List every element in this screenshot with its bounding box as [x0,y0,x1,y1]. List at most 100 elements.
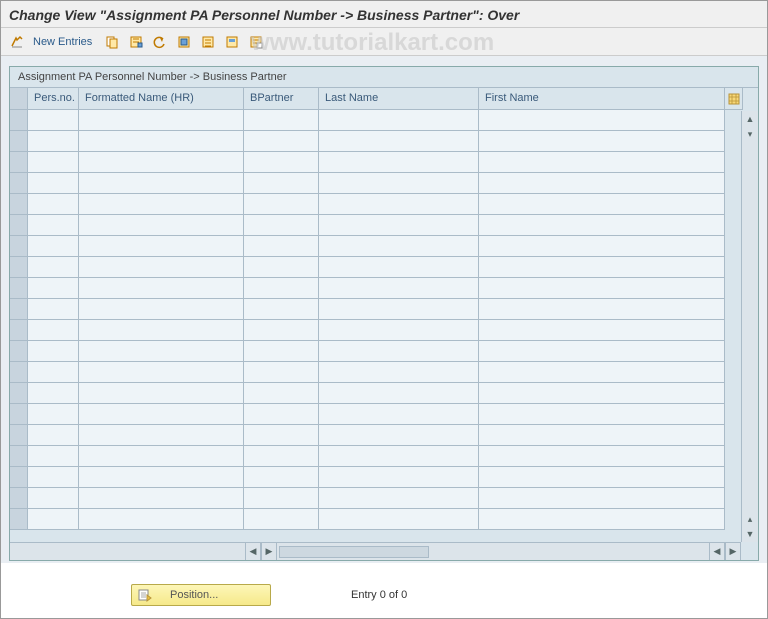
scroll-right-step-icon[interactable]: ▶ [261,543,277,560]
cell-first-name[interactable] [479,362,725,383]
cell-last-name[interactable] [319,404,479,425]
cell-formatted-name[interactable] [79,404,244,425]
cell-bpartner[interactable] [244,257,319,278]
row-selector[interactable] [10,278,28,299]
row-selector[interactable] [10,488,28,509]
cell-formatted-name[interactable] [79,110,244,131]
cell-last-name[interactable] [319,341,479,362]
cell-persno[interactable] [28,383,79,404]
scroll-right-icon[interactable]: ▶ [725,543,741,560]
cell-formatted-name[interactable] [79,299,244,320]
cell-bpartner[interactable] [244,215,319,236]
cell-formatted-name[interactable] [79,488,244,509]
cell-bpartner[interactable] [244,194,319,215]
cell-last-name[interactable] [319,110,479,131]
cell-first-name[interactable] [479,215,725,236]
cell-persno[interactable] [28,488,79,509]
cell-last-name[interactable] [319,509,479,530]
undo-icon[interactable] [150,32,170,52]
cell-persno[interactable] [28,152,79,173]
cell-bpartner[interactable] [244,341,319,362]
cell-formatted-name[interactable] [79,341,244,362]
cell-last-name[interactable] [319,194,479,215]
deselect-icon[interactable] [246,32,266,52]
save-var-icon[interactable] [126,32,146,52]
cell-first-name[interactable] [479,425,725,446]
cell-bpartner[interactable] [244,404,319,425]
cell-persno[interactable] [28,110,79,131]
row-selector[interactable] [10,446,28,467]
row-selector[interactable] [10,425,28,446]
row-selector[interactable] [10,362,28,383]
cell-formatted-name[interactable] [79,152,244,173]
cell-persno[interactable] [28,467,79,488]
cell-formatted-name[interactable] [79,215,244,236]
cell-formatted-name[interactable] [79,131,244,152]
cell-bpartner[interactable] [244,110,319,131]
row-selector[interactable] [10,131,28,152]
cell-first-name[interactable] [479,446,725,467]
cell-first-name[interactable] [479,257,725,278]
cell-bpartner[interactable] [244,383,319,404]
cell-last-name[interactable] [319,467,479,488]
col-header-first-name[interactable]: First Name [479,88,725,110]
cell-last-name[interactable] [319,488,479,509]
cell-persno[interactable] [28,341,79,362]
cell-persno[interactable] [28,320,79,341]
cell-formatted-name[interactable] [79,194,244,215]
cell-last-name[interactable] [319,278,479,299]
cell-formatted-name[interactable] [79,236,244,257]
cell-formatted-name[interactable] [79,362,244,383]
cell-first-name[interactable] [479,173,725,194]
table-settings-icon[interactable] [725,88,743,110]
cell-bpartner[interactable] [244,446,319,467]
cell-last-name[interactable] [319,320,479,341]
row-selector[interactable] [10,467,28,488]
cell-last-name[interactable] [319,446,479,467]
cell-persno[interactable] [28,509,79,530]
cell-formatted-name[interactable] [79,467,244,488]
toggle-icon[interactable] [7,32,27,52]
cell-last-name[interactable] [319,299,479,320]
cell-persno[interactable] [28,278,79,299]
cell-persno[interactable] [28,446,79,467]
cell-persno[interactable] [28,236,79,257]
row-selector[interactable] [10,194,28,215]
row-selector[interactable] [10,257,28,278]
row-selector[interactable] [10,299,28,320]
row-selector[interactable] [10,110,28,131]
cell-persno[interactable] [28,404,79,425]
cell-formatted-name[interactable] [79,425,244,446]
cell-persno[interactable] [28,299,79,320]
cell-first-name[interactable] [479,320,725,341]
cell-first-name[interactable] [479,299,725,320]
cell-bpartner[interactable] [244,299,319,320]
cell-persno[interactable] [28,173,79,194]
col-header-bpartner[interactable]: BPartner [244,88,319,110]
cell-formatted-name[interactable] [79,320,244,341]
cell-first-name[interactable] [479,341,725,362]
vertical-scrollbar[interactable]: ▲ ▾ ▴ ▼ [741,111,758,542]
cell-last-name[interactable] [319,215,479,236]
hscroll-track[interactable] [279,546,429,558]
scroll-up-small-icon[interactable]: ▾ [742,127,758,141]
cell-bpartner[interactable] [244,425,319,446]
cell-bpartner[interactable] [244,131,319,152]
delimit-icon[interactable] [198,32,218,52]
col-header-last-name[interactable]: Last Name [319,88,479,110]
cell-last-name[interactable] [319,383,479,404]
row-selector[interactable] [10,173,28,194]
cell-first-name[interactable] [479,110,725,131]
row-selector[interactable] [10,236,28,257]
cell-persno[interactable] [28,194,79,215]
row-selector[interactable] [10,404,28,425]
scroll-down-icon[interactable]: ▼ [742,526,758,542]
cell-first-name[interactable] [479,131,725,152]
row-selector[interactable] [10,383,28,404]
col-header-formatted-name[interactable]: Formatted Name (HR) [79,88,244,110]
row-selector[interactable] [10,320,28,341]
cell-bpartner[interactable] [244,488,319,509]
cell-first-name[interactable] [479,383,725,404]
cell-last-name[interactable] [319,362,479,383]
cell-persno[interactable] [28,215,79,236]
